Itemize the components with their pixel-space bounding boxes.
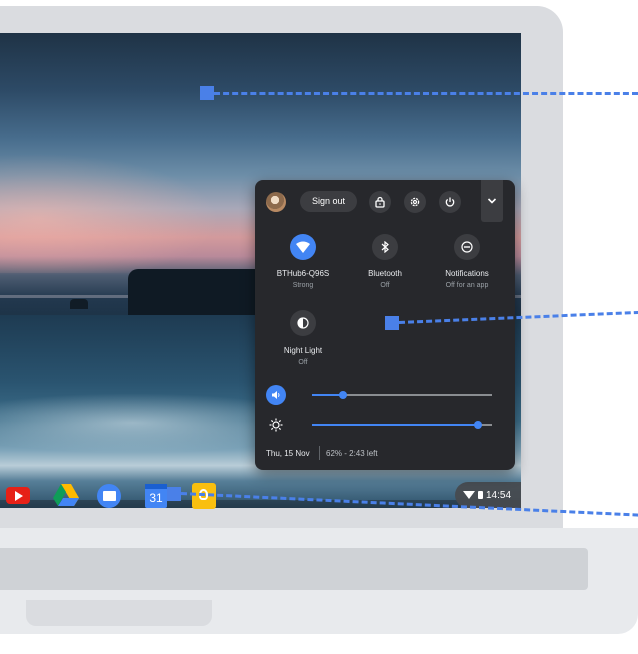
gear-icon	[410, 197, 420, 207]
volume-slider-track	[343, 394, 492, 396]
wifi-network-label[interactable]: BTHub6-Q96S	[277, 269, 329, 278]
sign-out-button[interactable]: Sign out	[300, 191, 357, 212]
clock-time: 14:54	[486, 489, 512, 501]
footer-divider	[319, 446, 320, 460]
youtube-app-icon[interactable]	[6, 487, 30, 504]
volume-button[interactable]	[266, 385, 286, 405]
brightness-icon	[269, 418, 283, 432]
callout-marker-shelf	[167, 487, 181, 501]
night-light-status: Off	[298, 359, 308, 366]
callout-marker-wallpaper	[200, 86, 214, 100]
volume-slider[interactable]	[312, 389, 492, 401]
bluetooth-status: Off	[380, 282, 390, 289]
do-not-disturb-icon	[461, 241, 473, 253]
callout-marker-quick-settings	[385, 316, 399, 330]
night-light-tile-button[interactable]	[290, 310, 316, 336]
wifi-status: Strong	[292, 282, 314, 289]
date-label[interactable]: Thu, 15 Nov	[266, 449, 310, 458]
wifi-icon	[463, 491, 475, 499]
notifications-tile-button[interactable]	[454, 234, 480, 260]
brightness-slider-fill	[312, 424, 478, 426]
calendar-day-label: 31	[149, 491, 163, 505]
power-icon	[445, 197, 455, 207]
night-light-label[interactable]: Night Light	[284, 346, 322, 355]
notifications-label[interactable]: Notifications	[445, 269, 489, 278]
wifi-icon	[296, 241, 310, 253]
callout-line-wallpaper	[214, 92, 638, 95]
wallpaper-sunset-glow	[0, 153, 220, 273]
lock-button[interactable]	[369, 191, 391, 213]
night-light-icon	[297, 317, 309, 329]
battery-icon	[478, 491, 483, 499]
brightness-slider-thumb[interactable]	[474, 421, 482, 429]
volume-icon	[272, 391, 280, 399]
brightness-slider[interactable]	[312, 419, 492, 431]
calendar-app-icon[interactable]: 31	[145, 484, 167, 508]
avatar[interactable]	[266, 192, 286, 212]
laptop-trackpad	[26, 600, 212, 626]
bluetooth-icon	[381, 241, 389, 253]
power-button[interactable]	[439, 191, 461, 213]
bluetooth-tile-button[interactable]	[372, 234, 398, 260]
lock-icon	[375, 196, 385, 208]
bluetooth-label[interactable]: Bluetooth	[368, 269, 402, 278]
battery-status: 62% - 2:43 left	[326, 449, 378, 458]
collapse-button[interactable]	[481, 180, 503, 222]
wifi-tile-button[interactable]	[290, 234, 316, 260]
settings-button[interactable]	[404, 191, 426, 213]
brightness-button[interactable]	[267, 416, 285, 434]
volume-slider-thumb[interactable]	[339, 391, 347, 399]
drive-logo-icon	[53, 484, 79, 506]
wallpaper-rock	[70, 299, 88, 309]
notifications-status: Off for an app	[445, 282, 489, 289]
status-area[interactable]: 14:54	[455, 482, 521, 508]
drive-app-icon[interactable]	[52, 483, 80, 507]
files-app-icon[interactable]	[97, 484, 121, 508]
laptop-keyboard	[0, 548, 588, 590]
chevron-down-icon	[487, 198, 497, 204]
